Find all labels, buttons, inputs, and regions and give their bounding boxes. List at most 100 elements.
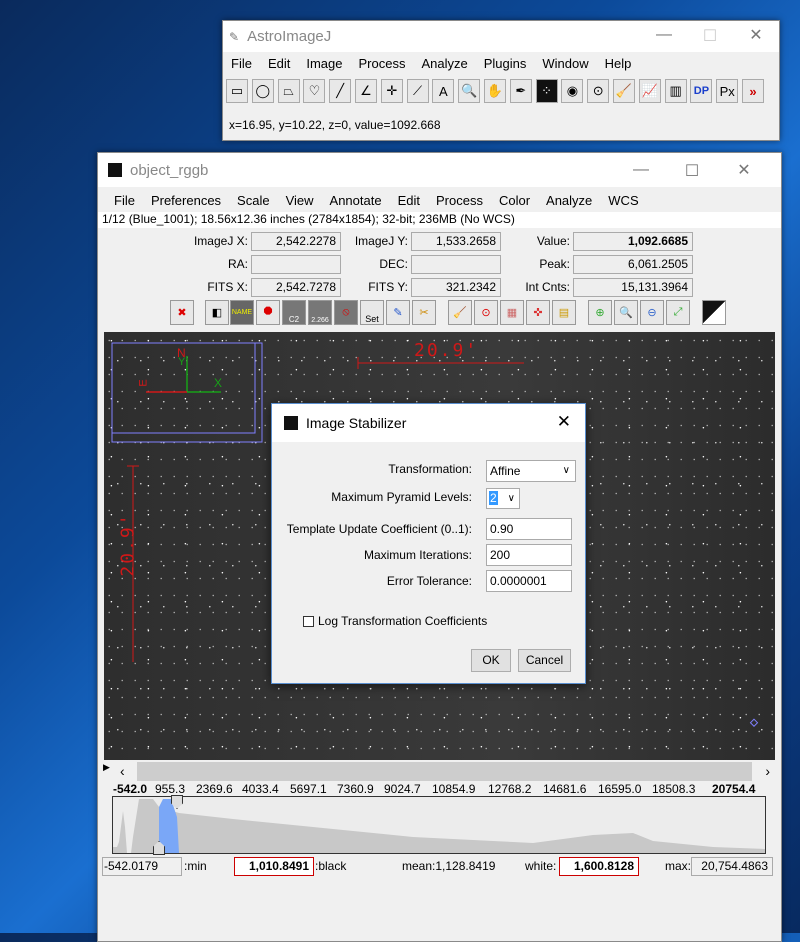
zoom-fit-icon[interactable]: ⤢: [666, 300, 690, 325]
freehand-icon[interactable]: ♡: [303, 79, 326, 103]
min-field[interactable]: -542.0179: [102, 857, 182, 876]
menu-preferences[interactable]: Preferences: [143, 193, 229, 208]
radius-icon[interactable]: 2.266: [308, 300, 332, 325]
clear-aperture-icon[interactable]: ✂: [412, 300, 436, 325]
dialog-close-button[interactable]: ✕: [557, 412, 571, 432]
menu-plugins[interactable]: Plugins: [476, 56, 535, 71]
menu-color[interactable]: Color: [491, 193, 538, 208]
image-icon: [108, 163, 122, 177]
zoom-in-icon[interactable]: ⊕: [588, 300, 612, 325]
more-icon[interactable]: »: [742, 79, 764, 103]
menu-process[interactable]: Process: [428, 193, 491, 208]
log-checkbox[interactable]: [303, 616, 314, 627]
maximize-button[interactable]: ☐: [687, 26, 733, 46]
close-button[interactable]: ✕: [733, 25, 779, 45]
set-aperture-icon[interactable]: Set: [360, 300, 384, 325]
histogram-tick: 12768.2: [488, 782, 532, 796]
zoom-out-icon[interactable]: ⊖: [640, 300, 664, 325]
star-field-icon[interactable]: ⁘: [535, 79, 558, 103]
wand-icon[interactable]: ⟋: [406, 79, 429, 103]
imagej-x-field: 2,542.2278: [251, 232, 341, 251]
max-field[interactable]: 20,754.4863: [691, 857, 773, 876]
iterations-input[interactable]: 200: [486, 544, 572, 566]
hand-icon[interactable]: ✋: [484, 79, 506, 103]
x-label: X: [214, 376, 223, 390]
point-icon[interactable]: ✛: [380, 79, 403, 103]
aperture-icon[interactable]: ◉: [561, 79, 584, 103]
scroll-right-button[interactable]: ›: [765, 763, 770, 779]
menu-annotate[interactable]: Annotate: [322, 193, 390, 208]
multi-aperture-icon[interactable]: ⊙: [474, 300, 498, 325]
table-icon[interactable]: ▥: [664, 79, 687, 103]
dropper-icon[interactable]: ✒: [509, 79, 532, 103]
dp-icon[interactable]: DP: [690, 79, 713, 103]
multi-aperture-icon[interactable]: ⊙: [587, 79, 610, 103]
tolerance-label: Error Tolerance:: [386, 574, 472, 588]
menu-file[interactable]: File: [223, 56, 260, 71]
aperture-stop-icon[interactable]: ⯃: [256, 300, 280, 325]
minimize-button[interactable]: —: [618, 161, 664, 179]
ok-button[interactable]: OK: [471, 649, 511, 672]
histogram-tick: 7360.9: [337, 782, 374, 796]
imagej-y-label: ImageJ Y:: [354, 234, 408, 248]
fits-y-label: FITS Y:: [368, 280, 408, 294]
black-field[interactable]: 1,010.8491: [234, 857, 314, 876]
broom-icon[interactable]: 🧹: [613, 79, 635, 103]
name-aperture-icon[interactable]: NAME: [230, 300, 254, 325]
template-input[interactable]: 0.90: [486, 518, 572, 540]
pixel-zoom-icon[interactable]: Px: [716, 79, 739, 103]
menu-view[interactable]: View: [278, 193, 322, 208]
oval-icon[interactable]: ◯: [251, 79, 274, 103]
dec-field: [411, 255, 501, 274]
menu-window[interactable]: Window: [534, 56, 596, 71]
menu-file[interactable]: File: [106, 193, 143, 208]
peak-field: 6,061.2505: [573, 255, 693, 274]
menu-help[interactable]: Help: [597, 56, 640, 71]
centroid-c2-icon[interactable]: C2: [282, 300, 306, 325]
play-icon[interactable]: ▶: [103, 762, 110, 773]
line-icon[interactable]: ╱: [329, 79, 352, 103]
clear-measurements-icon[interactable]: 🧹: [448, 300, 472, 325]
contrast-icon[interactable]: [702, 300, 726, 325]
histogram-tick: 2369.6: [196, 782, 233, 796]
clear-overlay-icon[interactable]: ✖: [170, 300, 194, 325]
dialog-title: Image Stabilizer: [306, 415, 407, 431]
menu-edit[interactable]: Edit: [260, 56, 298, 71]
menu-process[interactable]: Process: [351, 56, 414, 71]
status-text: x=16.95, y=10.22, z=0, value=1092.668: [229, 118, 441, 132]
histogram[interactable]: [112, 795, 766, 855]
invert-icon[interactable]: ◧: [205, 300, 229, 325]
plot-icon[interactable]: 📈: [638, 79, 661, 103]
fits-x-label: FITS X:: [207, 280, 248, 294]
menu-analyze[interactable]: Analyze: [413, 56, 475, 71]
white-field[interactable]: 1,600.8128: [559, 857, 639, 876]
menu-analyze[interactable]: Analyze: [538, 193, 600, 208]
menu-image[interactable]: Image: [298, 56, 350, 71]
menu-wcs[interactable]: WCS: [600, 193, 646, 208]
edit-aperture-icon[interactable]: ✎: [386, 300, 410, 325]
scroll-thumb[interactable]: [137, 762, 752, 781]
close-button[interactable]: ✕: [721, 160, 767, 180]
scroll-left-button[interactable]: ‹: [120, 763, 125, 779]
maximize-button[interactable]: ☐: [669, 161, 715, 181]
text-icon[interactable]: A: [432, 79, 455, 103]
horizontal-scrollbar[interactable]: ‹ ›: [116, 762, 776, 781]
table-icon[interactable]: ▤: [552, 300, 576, 325]
menu-scale[interactable]: Scale: [229, 193, 278, 208]
minimize-button[interactable]: —: [641, 26, 687, 44]
min-label: :min: [184, 859, 207, 873]
tolerance-input[interactable]: 0.0000001: [486, 570, 572, 592]
crosshair-icon[interactable]: ✜: [526, 300, 550, 325]
polygon-icon[interactable]: ⏢: [277, 79, 300, 103]
rectangle-icon[interactable]: ▭: [226, 79, 248, 103]
menu-edit[interactable]: Edit: [390, 193, 428, 208]
pyramid-select[interactable]: 2 ∨: [486, 488, 520, 509]
cancel-button[interactable]: Cancel: [518, 649, 571, 672]
zoom-in-small-icon[interactable]: 🔍: [614, 300, 638, 325]
magnifier-icon[interactable]: 🔍: [458, 79, 481, 103]
stack-align-icon[interactable]: ▦: [500, 300, 524, 325]
angle-icon[interactable]: ∠: [355, 79, 377, 103]
remove-aperture-icon[interactable]: ⦸: [334, 300, 358, 325]
log-label: Log Transformation Coefficients: [318, 614, 488, 628]
transformation-select[interactable]: Affine ∨: [486, 460, 576, 482]
